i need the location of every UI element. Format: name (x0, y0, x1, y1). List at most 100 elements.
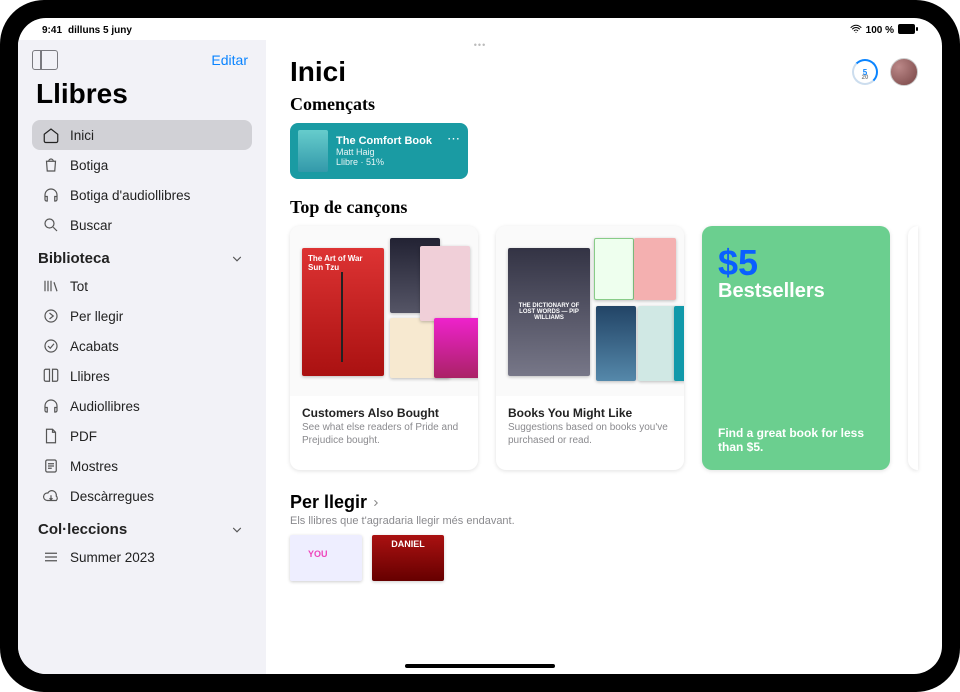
collection-icon (42, 277, 60, 295)
status-bar: 9:41 dilluns 5 juny 100 % (18, 18, 942, 40)
book-cover[interactable]: DANIEL (372, 535, 444, 581)
section-label: Biblioteca (38, 250, 110, 267)
section-want-subtitle: Els llibres que t'agradaria llegir més e… (290, 515, 918, 527)
promo-card-bestsellers[interactable]: $5 Bestsellers Find a great book for les… (702, 226, 890, 470)
reading-author: Matt Haig (336, 147, 432, 157)
book-cover: THE DICTIONARY OF LOST WORDS — PIP WILLI… (508, 248, 590, 376)
headphones-icon (42, 186, 60, 204)
account-avatar-button[interactable] (890, 58, 918, 86)
book-cover (596, 306, 636, 381)
section-label: Col·leccions (38, 521, 127, 538)
chevron-down-icon (230, 252, 244, 266)
book-cover[interactable] (290, 535, 362, 581)
chevron-down-icon (230, 523, 244, 537)
home-indicator[interactable] (405, 664, 555, 668)
sidebar-item-books[interactable]: Llibres (32, 361, 252, 391)
sidebar-toggle-icon[interactable] (32, 50, 58, 70)
chevron-right-icon (371, 498, 381, 508)
sidebar-item-home[interactable]: Inici (32, 120, 252, 150)
main-content: Inici 5 20 Començats The Comfort Book Ma… (266, 40, 942, 674)
lines-icon (42, 548, 60, 566)
edit-button[interactable]: Editar (211, 52, 248, 68)
arrow-circle-icon (42, 307, 60, 325)
continue-reading-card[interactable]: The Comfort Book Matt Haig Llibre · 51% … (290, 123, 468, 179)
sidebar-section-library[interactable]: Biblioteca (32, 240, 252, 271)
sidebar-item-label: Summer 2023 (70, 550, 155, 565)
check-circle-icon (42, 337, 60, 355)
battery-text: 100 % (866, 25, 894, 36)
sidebar-item-label: PDF (70, 429, 97, 444)
document-icon (42, 427, 60, 445)
sidebar-item-audiostore[interactable]: Botiga d'audiollibres (32, 180, 252, 210)
sidebar-section-collections[interactable]: Col·leccions (32, 511, 252, 542)
sidebar-item-pdf[interactable]: PDF (32, 421, 252, 451)
sidebar-item-label: Botiga (70, 158, 108, 173)
pick-card-also-bought[interactable]: The Art of War Sun Tzu Customers Also Bo… (290, 226, 478, 470)
section-top-title: Top de cançons (290, 197, 918, 218)
reading-title: The Comfort Book (336, 135, 432, 147)
section-want-header[interactable]: Per llegir (290, 492, 918, 513)
top-picks-row[interactable]: The Art of War Sun Tzu Customers Also Bo… (290, 226, 918, 470)
wifi-icon (850, 23, 862, 38)
sidebar-item-label: Botiga d'audiollibres (70, 188, 190, 203)
search-icon (42, 216, 60, 234)
sidebar-item-toread[interactable]: Per llegir (32, 301, 252, 331)
cover-stack: The Art of War Sun Tzu (290, 226, 478, 396)
book-cover (638, 306, 676, 381)
want-covers-row[interactable]: DANIEL (290, 535, 918, 581)
sidebar-item-downloads[interactable]: Descàrregues (32, 481, 252, 511)
book-cover (674, 306, 684, 381)
section-started-title: Començats (290, 94, 918, 115)
pick-subtitle: See what else readers of Pride and Preju… (302, 422, 466, 447)
sidebar-item-search[interactable]: Buscar (32, 210, 252, 240)
reading-goal-button[interactable]: 5 20 (852, 59, 878, 85)
more-icon[interactable]: ⋯ (447, 131, 460, 147)
sidebar-item-samples[interactable]: Mostres (32, 451, 252, 481)
headphones-icon (42, 397, 60, 415)
sidebar-item-store[interactable]: Botiga (32, 150, 252, 180)
sidebar-item-collection-summer[interactable]: Summer 2023 (32, 542, 252, 572)
screen: 9:41 dilluns 5 juny 100 % ••• Editar Lli… (18, 18, 942, 674)
sidebar-item-all[interactable]: Tot (32, 271, 252, 301)
book-icon (42, 367, 60, 385)
pick-title: Customers Also Bought (302, 406, 466, 420)
sidebar-item-label: Descàrregues (70, 489, 154, 504)
pick-subtitle: Suggestions based on books you've purcha… (508, 422, 672, 447)
book-cover: The Art of War Sun Tzu (302, 248, 384, 376)
promo-price: $5 (718, 242, 874, 284)
status-time: 9:41 (42, 25, 62, 36)
pick-card-might-like[interactable]: THE DICTIONARY OF LOST WORDS — PIP WILLI… (496, 226, 684, 470)
home-icon (42, 126, 60, 144)
section-want-title: Per llegir (290, 492, 367, 513)
ipad-frame: 9:41 dilluns 5 juny 100 % ••• Editar Lli… (0, 0, 960, 692)
sidebar-item-label: Per llegir (70, 309, 123, 324)
status-date: dilluns 5 juny (68, 25, 132, 36)
next-card-peek[interactable] (908, 226, 918, 470)
app-title: Llibres (32, 74, 252, 120)
sidebar-item-label: Tot (70, 279, 88, 294)
promo-title: Bestsellers (718, 280, 874, 303)
promo-subtitle: Find a great book for less than $5. (718, 426, 874, 454)
page-title: Inici (290, 56, 346, 88)
cover-stack: THE DICTIONARY OF LOST WORDS — PIP WILLI… (496, 226, 684, 396)
sidebar-item-label: Buscar (70, 218, 112, 233)
book-cover (634, 238, 676, 300)
sidebar: Editar Llibres Inici Botiga Botiga d'aud… (18, 40, 266, 674)
sidebar-item-finished[interactable]: Acabats (32, 331, 252, 361)
battery-icon (898, 24, 918, 37)
bag-icon (42, 156, 60, 174)
sidebar-item-label: Acabats (70, 339, 119, 354)
sidebar-item-label: Audiollibres (70, 399, 140, 414)
book-cover (594, 238, 634, 300)
sidebar-item-label: Inici (70, 128, 94, 143)
sidebar-item-label: Llibres (70, 369, 110, 384)
book-cover-thumb (298, 130, 328, 172)
sidebar-item-label: Mostres (70, 459, 118, 474)
cloud-download-icon (42, 487, 60, 505)
list-icon (42, 457, 60, 475)
reading-progress: Llibre · 51% (336, 157, 432, 167)
book-cover (420, 246, 470, 321)
pick-title: Books You Might Like (508, 406, 672, 420)
book-cover (434, 318, 478, 378)
sidebar-item-audio[interactable]: Audiollibres (32, 391, 252, 421)
